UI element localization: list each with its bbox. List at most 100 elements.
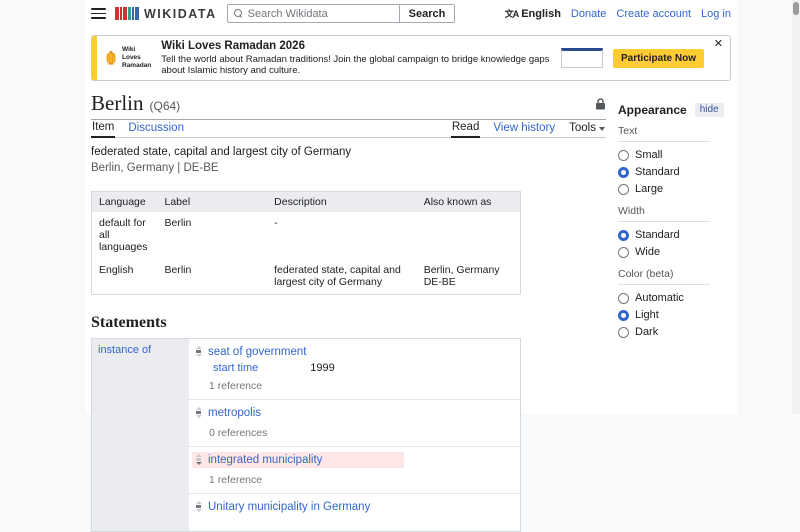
language-icon: 文A <box>504 9 519 19</box>
qualifier-property-link[interactable]: start time <box>213 362 258 374</box>
scrollbar-thumb[interactable] <box>793 2 799 15</box>
radio-width-wide[interactable]: Wide <box>618 246 731 258</box>
radio-text-small[interactable]: Small <box>618 149 731 161</box>
entity-heading-row: Berlin (Q64) <box>91 81 606 120</box>
wikidata-logo-text: WIKIDATA <box>144 6 217 21</box>
entity-description: federated state, capital and largest cit… <box>91 146 352 158</box>
property-link[interactable]: instance of <box>98 344 151 356</box>
claims-list: seat of government start time 1999 1 ref… <box>189 338 520 531</box>
header-links: 文A English Donate Create account Log in <box>505 7 731 20</box>
tab-view-history[interactable]: View history <box>492 122 556 137</box>
language-selector[interactable]: 文A English <box>505 7 561 20</box>
rank-selector-icon[interactable] <box>195 454 202 466</box>
claim-seat-of-government: seat of government start time 1999 1 ref… <box>189 339 520 400</box>
radio-icon[interactable] <box>618 292 629 304</box>
create-account-link[interactable]: Create account <box>616 8 691 20</box>
deprecated-statement-highlight: integrated municipality <box>192 451 404 468</box>
qualifier-row: start time 1999 <box>213 362 512 374</box>
ramadan-lantern-icon <box>106 51 116 65</box>
radio-width-standard[interactable]: Standard <box>618 229 731 241</box>
claim-metropolis: metropolis 0 references <box>189 400 520 447</box>
page-toolbar: Item Discussion Read View history Tools <box>91 120 606 138</box>
campaign-banner: Wiki Loves Ramadan Wiki Loves Ramadan 20… <box>91 35 731 81</box>
hamburger-menu-icon[interactable] <box>91 8 106 19</box>
cell-description: federated state, capital and largest cit… <box>274 263 401 288</box>
page-container: WIKIDATA Search 文A English Donate Create… <box>85 0 737 532</box>
radio-text-large[interactable]: Large <box>618 183 731 195</box>
radio-icon[interactable] <box>618 149 629 161</box>
qualifier-value: 1999 <box>310 361 335 374</box>
radio-text-standard[interactable]: Standard <box>618 166 731 178</box>
radio-icon[interactable] <box>618 229 629 241</box>
references-toggle[interactable]: 1 reference <box>209 474 512 486</box>
rank-selector-icon[interactable] <box>195 501 202 513</box>
col-label: Label <box>157 191 268 212</box>
color-section: Color (beta) Automatic Light Dark <box>618 268 731 338</box>
log-in-link[interactable]: Log in <box>701 8 731 20</box>
close-icon[interactable]: ✕ <box>714 39 723 50</box>
search-input-wrap <box>226 4 399 23</box>
radio-icon[interactable] <box>618 309 629 321</box>
claim-value-link[interactable]: Unitary municipality in Germany <box>208 501 370 513</box>
article-column: Berlin (Q64) Item Discussion Read View h… <box>91 81 606 532</box>
participate-now-button[interactable]: Participate Now <box>612 48 704 68</box>
wikidata-logo[interactable]: WIKIDATA <box>115 7 217 21</box>
terms-table: Language Label Description Also known as… <box>91 190 521 295</box>
claim-unitary-municipality: Unitary municipality in Germany <box>189 494 520 531</box>
claim-integrated-municipality: integrated municipality 1 reference <box>189 447 520 494</box>
radio-color-dark[interactable]: Dark <box>618 326 731 338</box>
cell-aliases: Berlin, Germany DE-BE <box>423 263 500 288</box>
banner-badge-text: Wiki Loves Ramadan <box>122 45 152 70</box>
cell-aliases <box>417 212 521 259</box>
donate-link[interactable]: Donate <box>571 8 606 20</box>
search-button[interactable]: Search <box>398 4 456 23</box>
col-language: Language <box>91 191 158 212</box>
tab-discussion[interactable]: Discussion <box>127 122 185 137</box>
search-input[interactable] <box>247 7 393 20</box>
entity-terms: federated state, capital and largest cit… <box>91 138 606 176</box>
banner-text-block: Wiki Loves Ramadan 2026 Tell the world a… <box>161 40 551 76</box>
appearance-sidebar: Appearance hide Text Small Standard Larg… <box>606 81 731 532</box>
banner-media-placeholder <box>560 48 603 68</box>
table-row: English Berlin federated state, capital … <box>92 259 521 295</box>
claim-value-link[interactable]: metropolis <box>208 407 261 419</box>
tools-menu[interactable]: Tools <box>568 122 606 137</box>
radio-icon[interactable] <box>618 326 629 338</box>
lock-icon <box>596 97 605 109</box>
language-label: English <box>521 7 561 20</box>
cell-language: English <box>99 263 134 276</box>
cell-description: - <box>274 216 278 229</box>
references-toggle[interactable]: 0 references <box>209 427 512 439</box>
entity-aliases: Berlin, Germany | DE-BE <box>91 162 219 175</box>
statements-heading: Statements <box>91 313 167 331</box>
references-toggle[interactable]: 1 reference <box>209 380 512 392</box>
page-scrollbar[interactable] <box>792 0 800 414</box>
appearance-title: Appearance <box>618 103 687 117</box>
rank-selector-icon[interactable] <box>195 407 202 419</box>
entity-id: (Q64) <box>149 99 181 113</box>
search-area: Search <box>226 4 456 23</box>
banner-accent-bar <box>92 36 97 80</box>
claim-value-link[interactable]: integrated municipality <box>208 454 322 466</box>
radio-color-light[interactable]: Light <box>618 309 731 321</box>
tab-read[interactable]: Read <box>450 121 481 138</box>
cell-label: Berlin <box>164 263 192 276</box>
terms-table-header: Language Label Description Also known as <box>91 191 521 212</box>
statement-group: instance of seat of government start tim… <box>91 337 521 532</box>
col-also-known-as: Also known as <box>416 191 521 212</box>
radio-icon[interactable] <box>618 166 629 178</box>
radio-icon[interactable] <box>618 183 629 195</box>
tab-item[interactable]: Item <box>91 121 116 138</box>
statement-property: instance of <box>92 338 189 531</box>
table-row: default for all languages Berlin - <box>92 212 521 259</box>
radio-icon[interactable] <box>618 246 629 258</box>
top-header-bar: WIKIDATA Search 文A English Donate Create… <box>85 0 737 27</box>
appearance-hide-button[interactable]: hide <box>694 103 724 117</box>
banner-title: Wiki Loves Ramadan 2026 <box>161 40 305 52</box>
page-title: Berlin <box>91 91 144 115</box>
rank-selector-icon[interactable] <box>195 346 202 358</box>
radio-color-automatic[interactable]: Automatic <box>618 292 731 304</box>
claim-value-link[interactable]: seat of government <box>208 346 306 358</box>
chevron-down-icon <box>599 126 605 131</box>
width-section: Width Standard Wide <box>618 205 731 258</box>
